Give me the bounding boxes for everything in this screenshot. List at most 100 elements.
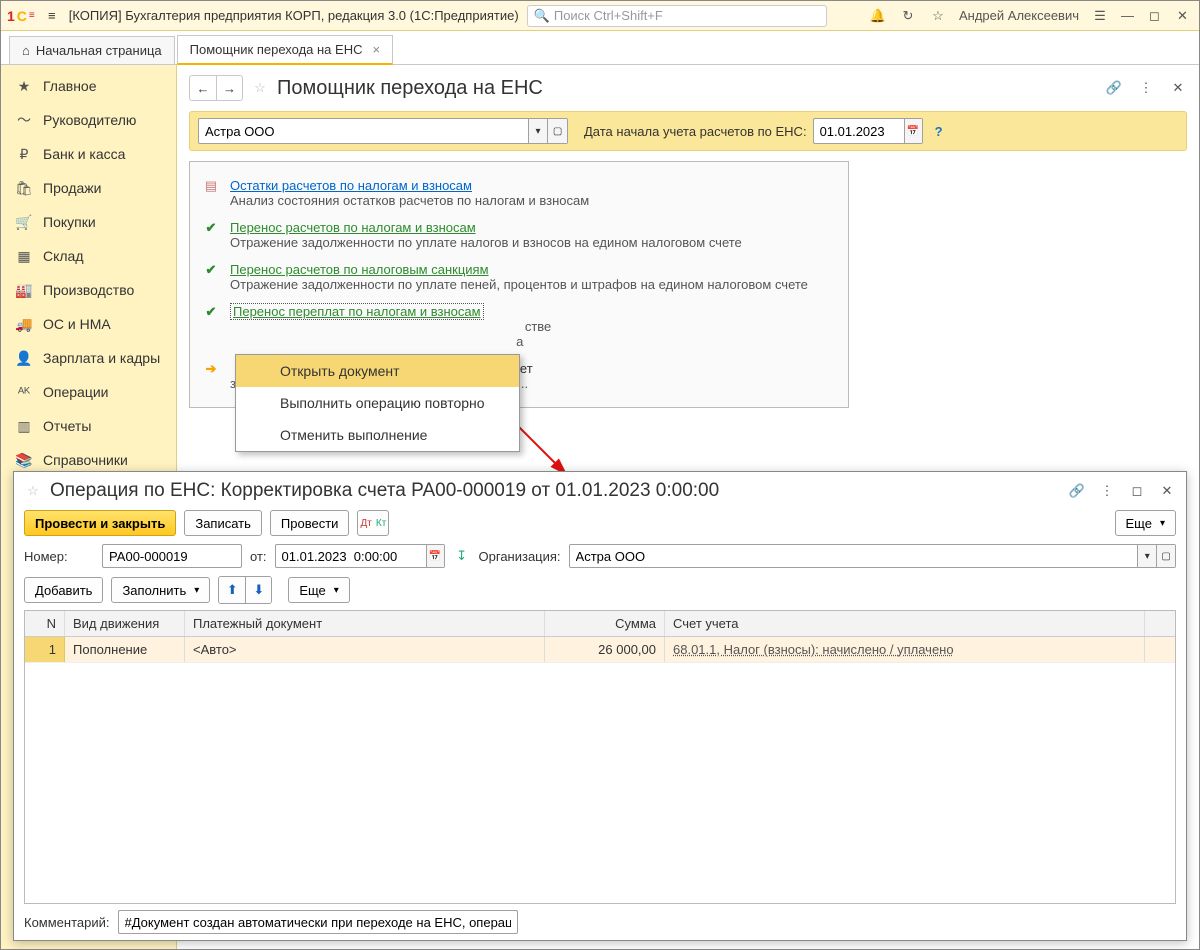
from-field[interactable]: 📅 (275, 544, 445, 568)
sidebar-item-8[interactable]: 👤Зарплата и кадры (1, 341, 176, 375)
save-button[interactable]: Записать (184, 510, 262, 536)
doc-link-icon[interactable]: 🔗 (1068, 482, 1086, 500)
cell-acct: 68.01.1, Налог (взносы): начислено / упл… (665, 637, 1145, 662)
sidebar-item-9[interactable]: ᴬᴷОперации (1, 375, 176, 409)
global-search[interactable]: 🔍 Поиск Ctrl+Shift+F (527, 5, 827, 27)
menu-icon[interactable]: ≡ (43, 7, 61, 25)
step-link[interactable]: Остатки расчетов по налогам и взносам (230, 178, 472, 193)
doc-fields-row: Номер: от: 📅 ↧ Организация: ▾ ▢ (14, 540, 1186, 572)
cell-kind: Пополнение (65, 637, 185, 662)
move-up-button[interactable]: ⬆ (219, 577, 245, 603)
sidebar-item-2[interactable]: ₽Банк и касса (1, 137, 176, 171)
org-open-sub-icon[interactable]: ▢ (1156, 545, 1175, 567)
table-row[interactable]: 1Пополнение<Авто>26 000,0068.01.1, Налог… (25, 637, 1175, 663)
help-icon[interactable]: ? (935, 124, 943, 139)
calendar-icon[interactable]: 📅 (904, 119, 922, 143)
context-menu-item-2[interactable]: Отменить выполнение (236, 419, 519, 451)
sidebar-item-1[interactable]: ～Руководителю (1, 103, 176, 137)
step-desc: XXXXXXXXXXXXXXXXXXXXXXXXXXXXXXXXXXствеXX… (230, 319, 836, 349)
acct-link[interactable]: 68.01.1, Налог (взносы): начислено / упл… (673, 642, 954, 657)
org-input-sub[interactable] (570, 545, 1138, 567)
sidebar-item-5[interactable]: ▦Склад (1, 239, 176, 273)
from-input[interactable] (276, 545, 426, 567)
user-name[interactable]: Андрей Алексеевич (959, 8, 1079, 23)
step-link[interactable]: Перенос переплат по налогам и взносам (230, 303, 484, 320)
nav-back-forward: ← → (189, 75, 243, 101)
col-n[interactable]: N (25, 611, 65, 636)
kebab-icon[interactable]: ⋮ (1137, 79, 1155, 97)
bell-icon[interactable]: 🔔 (869, 7, 887, 25)
close-icon[interactable]: ✕ (1177, 8, 1193, 24)
org-combo[interactable]: ▾ ▢ (198, 118, 568, 144)
context-menu-item-0[interactable]: Открыть документ (236, 355, 519, 387)
org-field[interactable]: ▾ ▢ (569, 544, 1176, 568)
num-input[interactable] (103, 545, 241, 567)
page-title: Помощник перехода на ЕНС (277, 77, 543, 100)
doc-maximize-icon[interactable]: ◻ (1128, 482, 1146, 500)
org-open-icon[interactable]: ▢ (547, 119, 567, 143)
tab-home[interactable]: ⌂ Начальная страница (9, 36, 175, 64)
check-icon: ✔ (202, 220, 220, 250)
num-field[interactable] (102, 544, 242, 568)
org-dropdown-sub-icon[interactable]: ▾ (1137, 545, 1156, 567)
sidebar-icon: 👤 (15, 349, 33, 367)
refresh-link-icon[interactable]: ↧ (453, 547, 471, 565)
sidebar-item-6[interactable]: 🏭Производство (1, 273, 176, 307)
move-row-buttons: ⬆ ⬇ (218, 576, 272, 604)
sidebar-item-label: Отчеты (43, 418, 91, 434)
sidebar-item-label: Продажи (43, 180, 101, 196)
doc-star-icon[interactable]: ☆ (24, 482, 42, 500)
dtKt-button[interactable]: ДтКт (357, 510, 389, 536)
col-doc[interactable]: Платежный документ (185, 611, 545, 636)
sidebar-item-10[interactable]: ▥ Отчеты (1, 409, 176, 443)
sidebar-item-3[interactable]: 🛍Продажи (1, 171, 176, 205)
date-input[interactable] (814, 119, 904, 143)
col-kind[interactable]: Вид движения (65, 611, 185, 636)
sidebar-item-4[interactable]: 🛒Покупки (1, 205, 176, 239)
sidebar-icon: 🚚 (15, 315, 33, 333)
col-acct[interactable]: Счет учета (665, 611, 1145, 636)
comment-field[interactable] (118, 910, 518, 934)
tab-close-icon[interactable]: × (372, 42, 380, 57)
fill-button[interactable]: Заполнить (111, 577, 210, 603)
nav-forward-button[interactable]: → (216, 76, 242, 100)
sidebar-icon: ▥ (15, 417, 33, 435)
date-combo[interactable]: 📅 (813, 118, 923, 144)
step-1: ✔Перенос расчетов по налогам и взносамОт… (202, 214, 836, 256)
doc-close-icon[interactable]: ✕ (1158, 482, 1176, 500)
step-2: ✔Перенос расчетов по налоговым санкциямО… (202, 256, 836, 298)
step-link[interactable]: Перенос расчетов по налогам и взносам (230, 220, 476, 235)
maximize-icon[interactable]: ◻ (1149, 8, 1165, 24)
nav-back-button[interactable]: ← (190, 76, 216, 100)
link-icon[interactable]: 🔗 (1105, 79, 1123, 97)
context-menu-item-1[interactable]: Выполнить операцию повторно (236, 387, 519, 419)
favorite-star-icon[interactable]: ☆ (251, 79, 269, 97)
sidebar-item-7[interactable]: 🚚ОС и НМА (1, 307, 176, 341)
history-icon[interactable]: ↻ (899, 7, 917, 25)
home-icon: ⌂ (22, 43, 30, 58)
org-input[interactable] (199, 119, 528, 143)
settings-icon[interactable]: ☰ (1091, 7, 1109, 25)
org-dropdown-icon[interactable]: ▾ (528, 119, 548, 143)
from-calendar-icon[interactable]: 📅 (426, 545, 444, 567)
post-button[interactable]: Провести (270, 510, 350, 536)
col-sum[interactable]: Сумма (545, 611, 665, 636)
doc-grid[interactable]: N Вид движения Платежный документ Сумма … (24, 610, 1176, 904)
more-button-1[interactable]: Еще (1115, 510, 1176, 536)
doc-main-toolbar: Провести и закрыть Записать Провести ДтК… (14, 506, 1186, 540)
search-placeholder: Поиск Ctrl+Shift+F (554, 8, 663, 23)
doc-kebab-icon[interactable]: ⋮ (1098, 482, 1116, 500)
page-close-icon[interactable]: ✕ (1169, 79, 1187, 97)
star-icon[interactable]: ☆ (929, 7, 947, 25)
comment-row: Комментарий: (14, 904, 1186, 940)
sidebar-item-0[interactable]: ★Главное (1, 69, 176, 103)
move-down-button[interactable]: ⬇ (245, 577, 271, 603)
tab-assistant[interactable]: Помощник перехода на ЕНС × (177, 35, 393, 65)
more-button-2[interactable]: Еще (288, 577, 349, 603)
window-title: [КОПИЯ] Бухгалтерия предприятия КОРП, ре… (69, 8, 519, 23)
minimize-icon[interactable]: — (1121, 8, 1137, 24)
add-button[interactable]: Добавить (24, 577, 103, 603)
post-and-close-button[interactable]: Провести и закрыть (24, 510, 176, 536)
comment-input[interactable] (119, 911, 517, 933)
step-link[interactable]: Перенос расчетов по налоговым санкциям (230, 262, 489, 277)
